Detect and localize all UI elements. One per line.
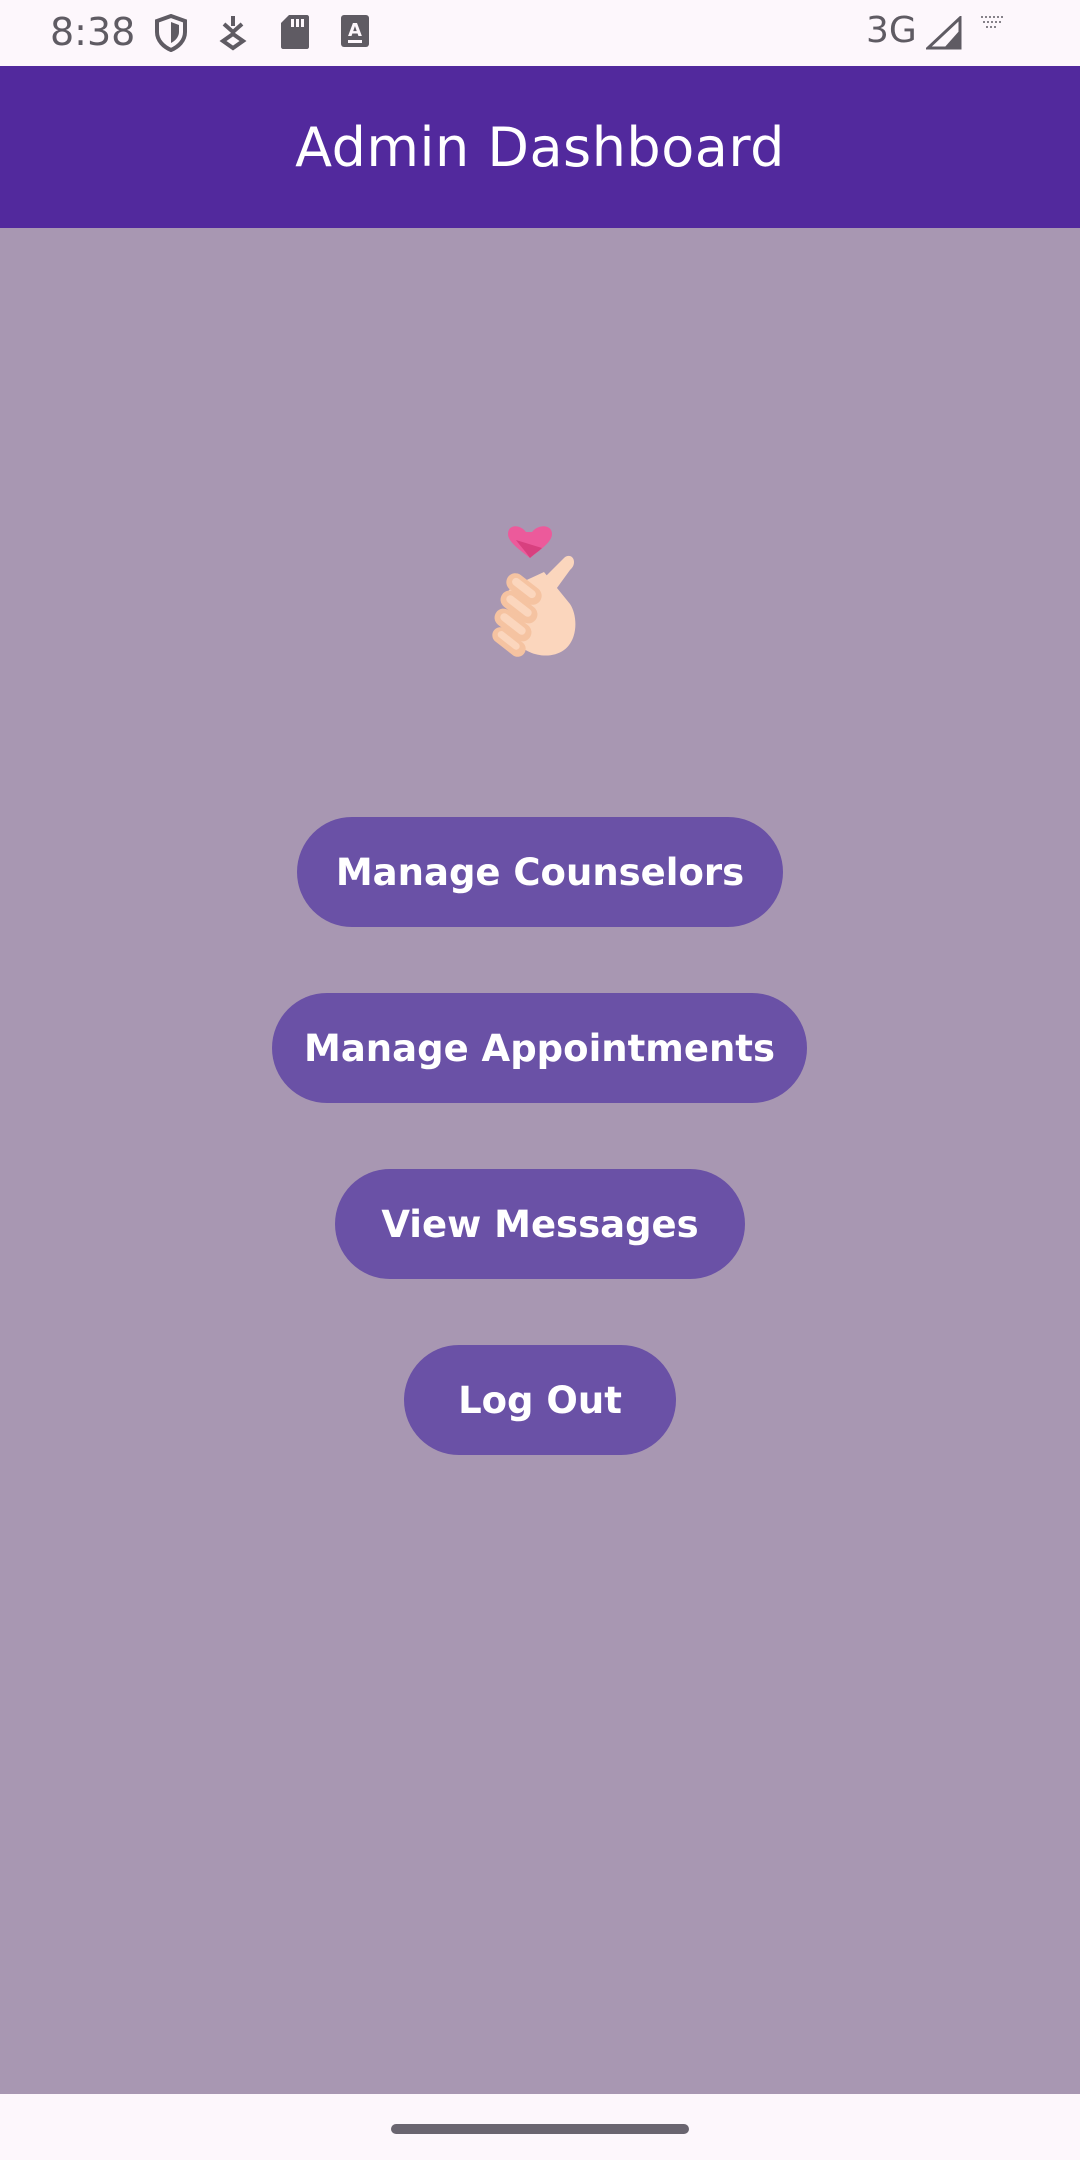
manage-counselors-button[interactable]: Manage Counselors — [297, 817, 783, 927]
screen: 8:38 A 3G Admin Dashboard Manage Counsel… — [0, 0, 1080, 2160]
navigation-bar — [0, 2094, 1080, 2160]
dashboard-content: Manage Counselors Manage Appointments Vi… — [0, 228, 1080, 2094]
view-messages-button[interactable]: View Messages — [335, 1169, 745, 1279]
manage-appointments-button[interactable]: Manage Appointments — [272, 993, 807, 1103]
status-bar: 8:38 A 3G — [0, 0, 1080, 66]
home-gesture-handle[interactable] — [391, 2124, 689, 2134]
sd-card-icon — [280, 14, 310, 55]
signal-icon — [924, 14, 962, 55]
download-icon — [218, 14, 248, 57]
network-type: 3G — [866, 10, 917, 51]
status-time: 8:38 — [50, 10, 136, 54]
app-bar: Admin Dashboard — [0, 66, 1080, 228]
keyboard-icon: A — [340, 14, 370, 53]
shield-icon — [154, 13, 188, 57]
log-out-button[interactable]: Log Out — [404, 1345, 676, 1455]
svg-text:A: A — [348, 20, 362, 41]
wifi-icon — [980, 14, 1004, 39]
finger-heart-icon — [480, 500, 600, 670]
page-title: Admin Dashboard — [295, 115, 785, 179]
